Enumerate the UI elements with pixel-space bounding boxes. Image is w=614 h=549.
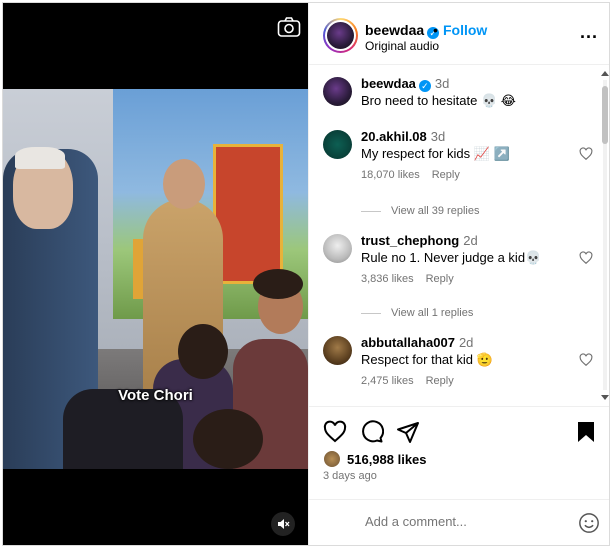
comment-time: 3d (430, 129, 446, 144)
post-details-panel: beewdaa ✓ • Follow Original audio ... bee… (308, 3, 609, 545)
comment-like-heart-icon[interactable] (579, 251, 593, 265)
comment-text: Bro need to hesitate 💀 😂 (361, 93, 516, 108)
comment-item: trust_chephong 2d Rule no 1. Never judge … (323, 229, 593, 289)
comment-meta: 3,836 likes Reply (361, 273, 466, 285)
add-comment-bar (309, 499, 609, 545)
scroll-down-arrow-icon[interactable] (601, 395, 609, 400)
comment-time: 2d (458, 335, 474, 350)
add-comment-input[interactable] (365, 514, 555, 529)
comment-username[interactable]: abbutallaha007 (361, 335, 455, 350)
comment-item: abbutallaha007 2d Respect for that kid 🫡 … (323, 331, 593, 391)
video-player[interactable]: Vote Chori (3, 3, 308, 545)
comment-header: trust_chephong 2d (361, 233, 478, 248)
comment-meta: 2,475 likes Reply (361, 375, 466, 387)
comment-username[interactable]: trust_chephong (361, 233, 459, 248)
reply-button[interactable]: Reply (426, 375, 454, 387)
post-modal: Vote Chori beewdaa ✓ • Follow Original au… (2, 2, 610, 546)
verified-badge-icon: ✓ (418, 80, 431, 92)
video-puppet-booth (213, 144, 283, 284)
video-kid-head (178, 324, 228, 379)
caption-comment: beewdaa ✓ 3d Bro need to hesitate 💀 😂 (323, 72, 593, 112)
comment-like-count[interactable]: 3,836 likes (361, 273, 414, 285)
video-kid-head (193, 409, 263, 469)
author-username[interactable]: beewdaa (365, 22, 424, 38)
video-caption: Vote Chori (118, 387, 193, 404)
scroll-thumb[interactable] (602, 86, 608, 144)
reply-button[interactable]: Reply (426, 273, 454, 285)
speaker-muted-icon[interactable] (271, 512, 295, 536)
audio-link[interactable]: Original audio (365, 39, 439, 53)
header-separator: • (433, 22, 438, 38)
comment-meta: 18,070 likes Reply (361, 169, 472, 181)
more-options-icon[interactable]: ... (580, 23, 598, 41)
share-send-icon[interactable] (396, 420, 420, 444)
scroll-up-arrow-icon[interactable] (601, 71, 609, 76)
comment-avatar[interactable] (323, 130, 352, 159)
likes-row: 516,988 likes (323, 450, 427, 468)
video-man-hair (15, 147, 65, 169)
like-count[interactable]: 516,988 likes (347, 452, 427, 467)
comment-avatar[interactable] (323, 77, 352, 106)
author-name-row: beewdaa ✓ (365, 22, 440, 39)
emoji-smiley-icon[interactable] (578, 512, 600, 534)
view-replies-button[interactable]: View all 1 replies (361, 307, 473, 319)
comment-like-heart-icon[interactable] (579, 147, 593, 161)
camera-icon[interactable] (277, 16, 301, 38)
author-avatar[interactable] (323, 18, 358, 53)
comment-header: beewdaa ✓ 3d (361, 76, 449, 92)
comment-header: 20.akhil.08 3d (361, 129, 445, 144)
comment-header: abbutallaha007 2d (361, 335, 473, 350)
comment-avatar[interactable] (323, 336, 352, 365)
video-kid-hair (253, 269, 303, 299)
comments-scrollbar[interactable] (600, 68, 609, 403)
comment-item: 20.akhil.08 3d My respect for kids 📈 ↗️ 1… (323, 125, 593, 185)
comment-username[interactable]: 20.akhil.08 (361, 129, 427, 144)
comments-list[interactable]: beewdaa ✓ 3d Bro need to hesitate 💀 😂 20.a… (309, 66, 609, 406)
follow-button[interactable]: Follow (443, 22, 487, 38)
view-replies-button[interactable]: View all 39 replies (361, 205, 479, 217)
comment-avatar[interactable] (323, 234, 352, 263)
comment-text: My respect for kids 📈 ↗️ (361, 146, 510, 161)
comment-like-count[interactable]: 2,475 likes (361, 375, 414, 387)
reply-button[interactable]: Reply (432, 169, 460, 181)
video-frame (3, 89, 308, 469)
comment-like-heart-icon[interactable] (579, 353, 593, 367)
save-bookmark-icon[interactable] (574, 420, 598, 444)
liker-avatar[interactable] (323, 450, 341, 468)
post-header: beewdaa ✓ • Follow Original audio ... (309, 3, 609, 65)
post-actions: 516,988 likes 3 days ago (309, 406, 609, 498)
comment-like-count[interactable]: 18,070 likes (361, 169, 420, 181)
comment-text: Respect for that kid 🫡 (361, 352, 493, 367)
like-heart-icon[interactable] (323, 420, 347, 444)
post-timestamp[interactable]: 3 days ago (323, 470, 377, 482)
comment-time: 2d (463, 233, 478, 248)
comment-username[interactable]: beewdaa (361, 76, 416, 91)
comment-time: 3d (434, 76, 450, 91)
comment-bubble-icon[interactable] (360, 420, 384, 444)
video-woman-head (163, 159, 205, 209)
comment-text: Rule no 1. Never judge a kid💀 (361, 250, 542, 265)
